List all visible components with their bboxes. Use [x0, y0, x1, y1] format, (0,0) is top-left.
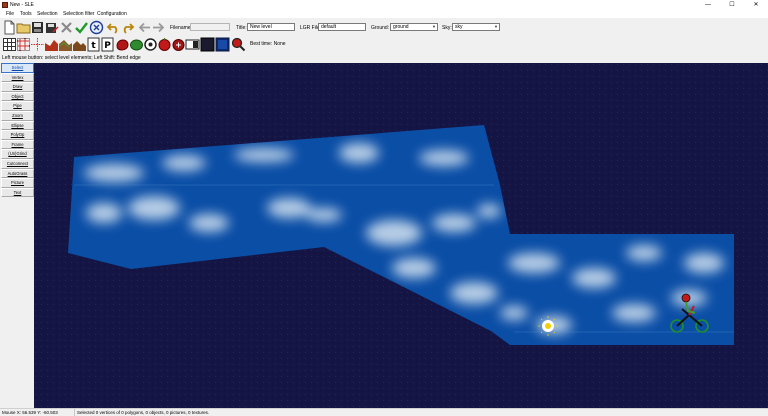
mode-cutconnect[interactable]: Cutconnect [1, 158, 34, 169]
mode-text[interactable]: Text [1, 187, 34, 198]
mode-sidebar: Select Vertex Draw Object Pipe Zoom Elli… [0, 63, 34, 408]
menu-selection-filter[interactable]: Selection filter [63, 11, 94, 17]
level-canvas[interactable] [34, 63, 768, 408]
title-field[interactable]: New level [247, 23, 295, 31]
mode-frame[interactable]: Frame [1, 139, 34, 150]
title-label: Title: [236, 25, 247, 31]
menu-selection[interactable]: Selection [37, 11, 58, 17]
dark-square-icon[interactable] [215, 37, 230, 52]
mode-vertex[interactable]: Vertex [1, 72, 34, 83]
search-icon[interactable] [231, 37, 246, 52]
flower-icon[interactable] [143, 37, 158, 52]
mode-autograss[interactable]: AutoGrass [1, 168, 34, 179]
status-bar: Mouse X: 56.539 Y: -60.503 Selected 0 ve… [0, 408, 768, 416]
new-file-icon[interactable] [2, 20, 17, 35]
killer-icon[interactable] [115, 37, 130, 52]
level-svg[interactable] [34, 63, 768, 408]
filename-label: Filename: [170, 25, 192, 31]
sky-select-value: sky [455, 24, 463, 30]
chevron-down-icon: ▼ [494, 24, 498, 29]
ground-select-value: ground [393, 24, 409, 30]
menu-configuration[interactable]: Configuration [97, 11, 127, 17]
mouse-coordinates: Mouse X: 56.539 Y: -60.503 [2, 410, 58, 415]
maximize-button[interactable]: ☐ [720, 0, 744, 10]
svg-text:P: P [104, 41, 111, 51]
toolbar: Filename: Title: New level LGR File: def… [0, 18, 768, 54]
grid-snap-icon[interactable] [16, 37, 31, 52]
best-time: Best time: None [250, 41, 286, 47]
window-title: New - SLE [10, 2, 34, 8]
menu-file[interactable]: File [6, 11, 14, 17]
check-topology-icon[interactable] [74, 20, 89, 35]
close-button[interactable]: ✕ [744, 0, 768, 10]
mode-draw[interactable]: Draw [1, 82, 34, 92]
play-level-icon[interactable] [89, 20, 104, 35]
redo-icon[interactable] [120, 20, 135, 35]
delete-icon[interactable] [59, 20, 74, 35]
lgr-field[interactable]: default [318, 23, 366, 31]
menu-tools[interactable]: Tools [20, 11, 32, 17]
crosshair-icon[interactable] [30, 37, 45, 52]
open-folder-icon[interactable] [16, 20, 31, 35]
chevron-down-icon: ▼ [432, 24, 436, 29]
svg-text:t: t [91, 41, 96, 51]
hint-bar: Left mouse button: select level elements… [0, 54, 768, 63]
bush-icon[interactable] [129, 37, 144, 52]
status-divider [74, 409, 75, 416]
mode-object[interactable]: Object [1, 91, 34, 102]
red-apple-icon[interactable] [171, 37, 186, 52]
bike-start-icon[interactable] [185, 37, 200, 52]
mode-ellipse[interactable]: Ellipse [1, 120, 34, 131]
title-bar: New - SLE — ☐ ✕ [0, 0, 768, 10]
app-icon [2, 2, 8, 8]
save-icon[interactable] [30, 20, 45, 35]
mode-ungrind[interactable]: (Un)Grind [1, 149, 34, 159]
ground-label: Ground: [371, 25, 390, 31]
sky-select[interactable]: sky ▼ [452, 23, 500, 31]
ground-select[interactable]: ground ▼ [390, 23, 438, 31]
mode-picture[interactable]: Picture [1, 178, 34, 188]
mode-select[interactable]: Select [1, 63, 34, 73]
arrow-right-icon[interactable] [151, 20, 166, 35]
mode-polyop[interactable]: PolyOp [1, 130, 34, 140]
text-icon[interactable]: t [86, 37, 101, 52]
sky-label: Sky: [442, 25, 452, 31]
undo-icon[interactable] [106, 20, 121, 35]
arrow-left-icon[interactable] [137, 20, 152, 35]
grid-icon[interactable] [2, 37, 17, 52]
black-square-icon[interactable] [200, 37, 215, 52]
minimize-button[interactable]: — [696, 0, 720, 10]
p-icon[interactable]: P [100, 37, 115, 52]
ground-texture-icon[interactable] [44, 37, 59, 52]
save-as-icon[interactable] [44, 20, 59, 35]
picture-icon[interactable] [72, 37, 87, 52]
selection-status: Selected 0 vertices of 0 polygons, 0 obj… [77, 410, 210, 415]
apple-icon[interactable] [157, 37, 172, 52]
mode-zoom[interactable]: Zoom [1, 110, 34, 121]
filename-field[interactable] [190, 23, 230, 31]
menu-bar: File Tools Selection Selection filter Co… [0, 10, 768, 18]
texture-icon[interactable] [58, 37, 73, 52]
mode-pipe[interactable]: Pipe [1, 101, 34, 111]
